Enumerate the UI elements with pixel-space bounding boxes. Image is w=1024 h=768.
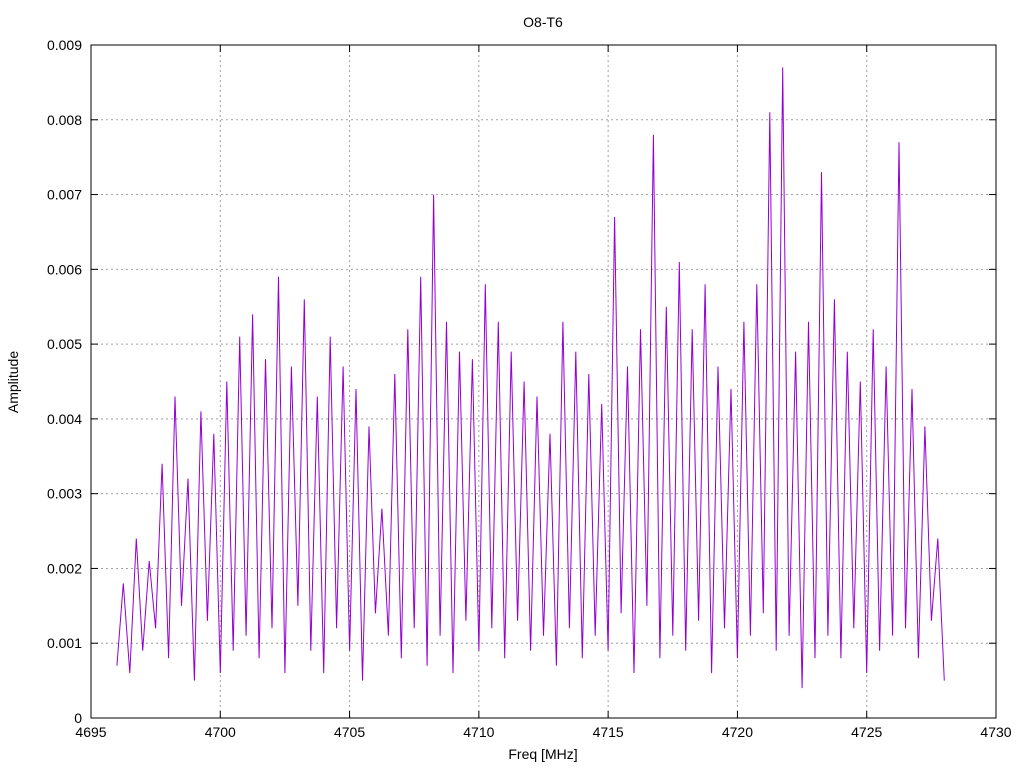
x-tick-labels: 4695 4700 4705 4710 4715 4720 4725 4730 — [75, 724, 1011, 740]
y-tick-label: 0.005 — [47, 336, 82, 352]
y-tick-label: 0.006 — [47, 261, 82, 277]
amplitude-chart: 4695 4700 4705 4710 4715 4720 4725 4730 00.0010… — [5, 14, 1012, 762]
x-tick-label: 4720 — [722, 724, 753, 740]
x-tick-label: 4700 — [205, 724, 236, 740]
y-tick-label: 0.004 — [47, 411, 82, 427]
x-tick-label: 4730 — [980, 724, 1011, 740]
y-tick-label: 0.001 — [47, 635, 82, 651]
y-tick-label: 0 — [74, 710, 82, 726]
y-tick-label: 0.003 — [47, 486, 82, 502]
x-axis-label: Freq [MHz] — [508, 746, 577, 762]
y-tick-labels: 0 0.001 0.002 0.003 0.004 0.005 0.006 0.007 0.00… — [47, 37, 82, 726]
y-tick-label: 0.008 — [47, 112, 82, 128]
series-line-0 — [116, 67, 945, 689]
y-tick-label: 0.009 — [47, 37, 82, 53]
x-tick-label: 4715 — [593, 724, 624, 740]
chart-title: O8-T6 — [523, 14, 563, 30]
y-axis-label: Amplitude — [5, 351, 21, 413]
series-layer — [116, 67, 945, 689]
x-tick-label: 4710 — [463, 724, 494, 740]
y-tick-label: 0.002 — [47, 560, 82, 576]
y-tick-label: 0.007 — [47, 187, 82, 203]
x-tick-label: 4705 — [334, 724, 365, 740]
x-tick-label: 4725 — [851, 724, 882, 740]
x-tick-label: 4695 — [75, 724, 106, 740]
